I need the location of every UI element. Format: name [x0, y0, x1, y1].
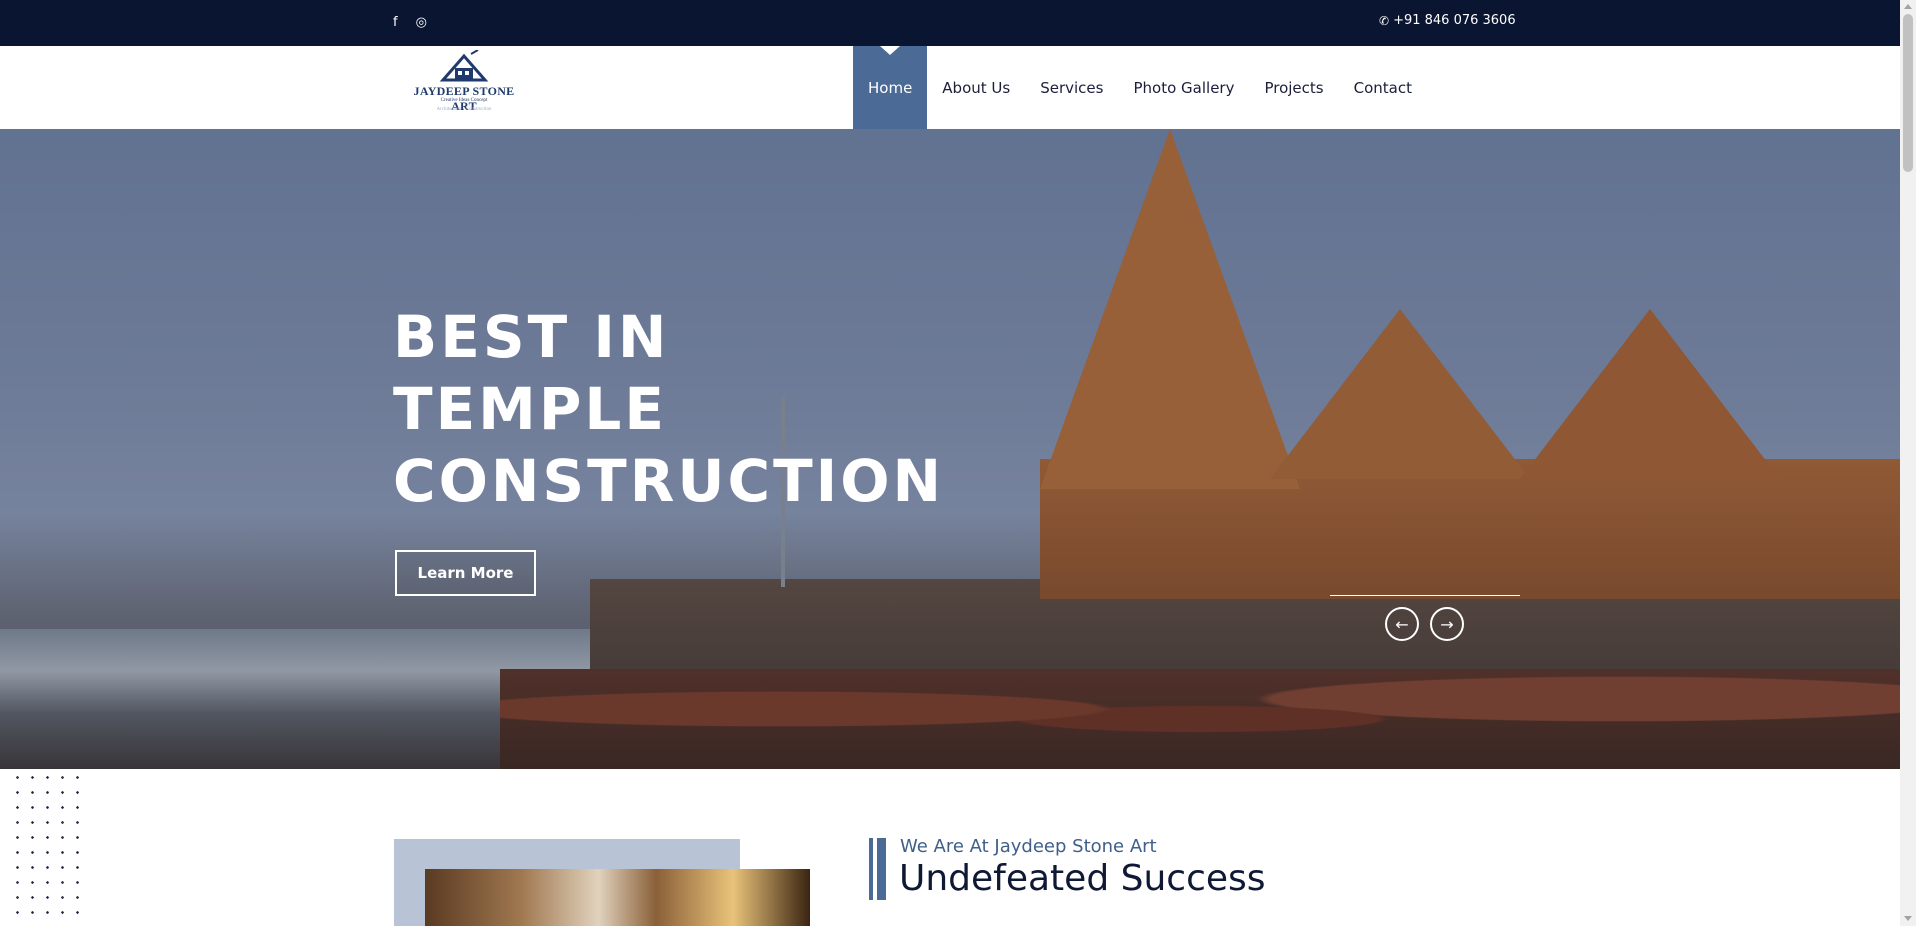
- social-links: f ◎: [393, 14, 427, 32]
- hero-overlay: [0, 129, 1900, 769]
- about-kicker: We Are At Jaydeep Stone Art: [900, 836, 1157, 857]
- arrow-left-icon: ←: [1395, 614, 1409, 634]
- hero-title-line: TEMPLE: [393, 375, 667, 443]
- logo-tagline-secondary: Architecture · Construction: [436, 107, 492, 112]
- logo-tagline: Creative Ideas Concept: [440, 98, 488, 103]
- site-logo[interactable]: JAYDEEP STONE ART Creative Ideas Concept…: [405, 49, 523, 120]
- phone-number: +91 846 076 3606: [1393, 13, 1516, 28]
- hero-title-line: CONSTRUCTION: [393, 447, 945, 515]
- facebook-icon[interactable]: f: [393, 14, 398, 32]
- scroll-down-icon[interactable]: [1904, 916, 1912, 921]
- phone-link[interactable]: ✆ +91 846 076 3606: [1379, 13, 1516, 28]
- next-slide-button[interactable]: →: [1430, 607, 1464, 641]
- top-bar: f ◎ ✆ +91 846 076 3606: [0, 0, 1900, 46]
- nav-item-home[interactable]: Home: [853, 46, 928, 129]
- scrollbar-thumb[interactable]: [1903, 14, 1913, 172]
- about-title: Undefeated Success: [899, 858, 1266, 899]
- about-image: [425, 869, 810, 926]
- heading-accent-bar: [869, 838, 873, 900]
- nav-item-contact[interactable]: Contact: [1339, 46, 1427, 129]
- nav-item-about-us[interactable]: About Us: [927, 46, 1025, 129]
- slider-divider: [1330, 595, 1520, 596]
- nav-item-projects[interactable]: Projects: [1249, 46, 1338, 129]
- hero-slider: BEST IN TEMPLE CONSTRUCTION Learn More ←…: [0, 129, 1900, 769]
- main-nav: Home About Us Services Photo Gallery Pro…: [853, 46, 1427, 129]
- scrollbar[interactable]: [1900, 0, 1916, 926]
- hero-title-line: BEST IN: [393, 303, 670, 371]
- scroll-up-icon[interactable]: [1904, 4, 1912, 9]
- prev-slide-button[interactable]: ←: [1385, 607, 1419, 641]
- hero-title: BEST IN TEMPLE CONSTRUCTION: [393, 301, 944, 517]
- learn-more-button[interactable]: Learn More: [395, 550, 536, 596]
- arrow-right-icon: →: [1440, 614, 1454, 634]
- page: f ◎ ✆ +91 846 076 3606 JAYDEEP STONE ART…: [0, 0, 1916, 926]
- nav-item-services[interactable]: Services: [1025, 46, 1118, 129]
- heading-accent-bar: [877, 838, 886, 900]
- dots-pattern: [10, 770, 80, 926]
- instagram-icon[interactable]: ◎: [416, 14, 427, 32]
- nav-item-photo-gallery[interactable]: Photo Gallery: [1118, 46, 1249, 129]
- logo-house-icon: [439, 49, 489, 82]
- phone-icon: ✆: [1379, 13, 1390, 28]
